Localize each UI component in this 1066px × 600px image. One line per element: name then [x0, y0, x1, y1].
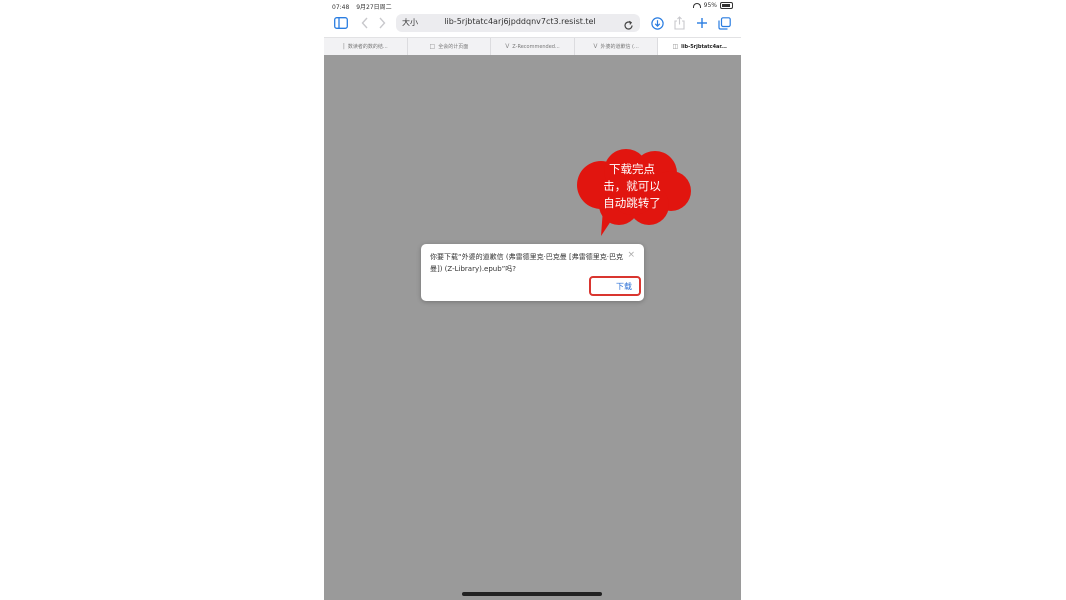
new-tab-icon[interactable] — [695, 15, 709, 31]
share-icon[interactable] — [672, 15, 686, 31]
annotation-callout: 下载完点 击，就可以 自动跳转了 — [571, 145, 695, 237]
tab-favicon-icon: | — [342, 43, 345, 50]
forward-icon[interactable] — [376, 15, 388, 31]
sidebar-toggle-icon[interactable] — [333, 15, 349, 31]
url-text[interactable]: lib-5rjbtatc4arj6jpddqnv7ct3.resist.tel — [424, 17, 616, 26]
status-bar: 07:48 9月27日周二 95% — [324, 0, 741, 11]
tab-favicon-icon: ◫ — [672, 43, 679, 50]
tab-2[interactable]: □ 全会的计页面 — [408, 38, 492, 55]
tab-label: 全会的计页面 — [438, 44, 469, 50]
status-date: 9月27日周二 — [356, 4, 392, 11]
browser-toolbar: 大小 lib-5rjbtatc4arj6jpddqnv7ct3.resist.t… — [324, 11, 741, 36]
callout-line-3: 自动跳转了 — [603, 196, 661, 210]
page-content — [324, 55, 741, 600]
close-icon[interactable]: × — [627, 250, 635, 260]
home-indicator[interactable] — [462, 592, 602, 596]
reload-icon[interactable] — [623, 16, 634, 35]
tab-3[interactable]: V Z-Recommended... — [491, 38, 575, 55]
tab-label: Z-Recommended... — [512, 43, 560, 50]
tab-label: 数读者的数的结... — [347, 44, 388, 50]
dialog-message: 你要下载“外婆的道歉信 (弗雷德里克·巴克曼 [弗雷德里克·巴克曼]) (Z-L… — [430, 253, 623, 273]
tab-favicon-icon: □ — [429, 43, 436, 50]
tab-overview-icon[interactable] — [717, 15, 731, 31]
address-bar[interactable]: 大小 lib-5rjbtatc4arj6jpddqnv7ct3.resist.t… — [396, 14, 640, 32]
tab-favicon-icon: V — [593, 43, 598, 50]
tablet-screen: 07:48 9月27日周二 95% 大小 lib-5rjbtatc4arj6jp… — [324, 0, 741, 600]
tab-label: 外婆的道歉信 (... — [600, 44, 639, 50]
tab-1[interactable]: | 数读者的数的结... — [324, 38, 408, 55]
download-dialog: 你要下载“外婆的道歉信 (弗雷德里克·巴克曼 [弗雷德里克·巴克曼]) (Z-L… — [421, 244, 644, 301]
back-icon[interactable] — [359, 15, 371, 31]
tab-5-active[interactable]: ◫ lib-5rjbtatc4ar... — [658, 38, 741, 55]
battery-percent: 95% — [703, 2, 717, 9]
tab-favicon-icon: V — [505, 43, 510, 50]
downloads-icon[interactable] — [650, 15, 664, 31]
callout-line-1: 下载完点 — [609, 162, 655, 176]
tab-label: lib-5rjbtatc4ar... — [681, 43, 727, 50]
callout-line-2: 击，就可以 — [603, 179, 661, 193]
wifi-icon — [692, 3, 701, 8]
tab-4[interactable]: V 外婆的道歉信 (... — [575, 38, 659, 55]
battery-icon — [720, 2, 733, 9]
download-button[interactable]: 下载 — [589, 276, 641, 296]
tab-bar: | 数读者的数的结... □ 全会的计页面 V Z-Recommended...… — [324, 37, 741, 56]
status-time: 07:48 — [332, 4, 350, 11]
reader-settings-button[interactable]: 大小 — [402, 17, 418, 28]
